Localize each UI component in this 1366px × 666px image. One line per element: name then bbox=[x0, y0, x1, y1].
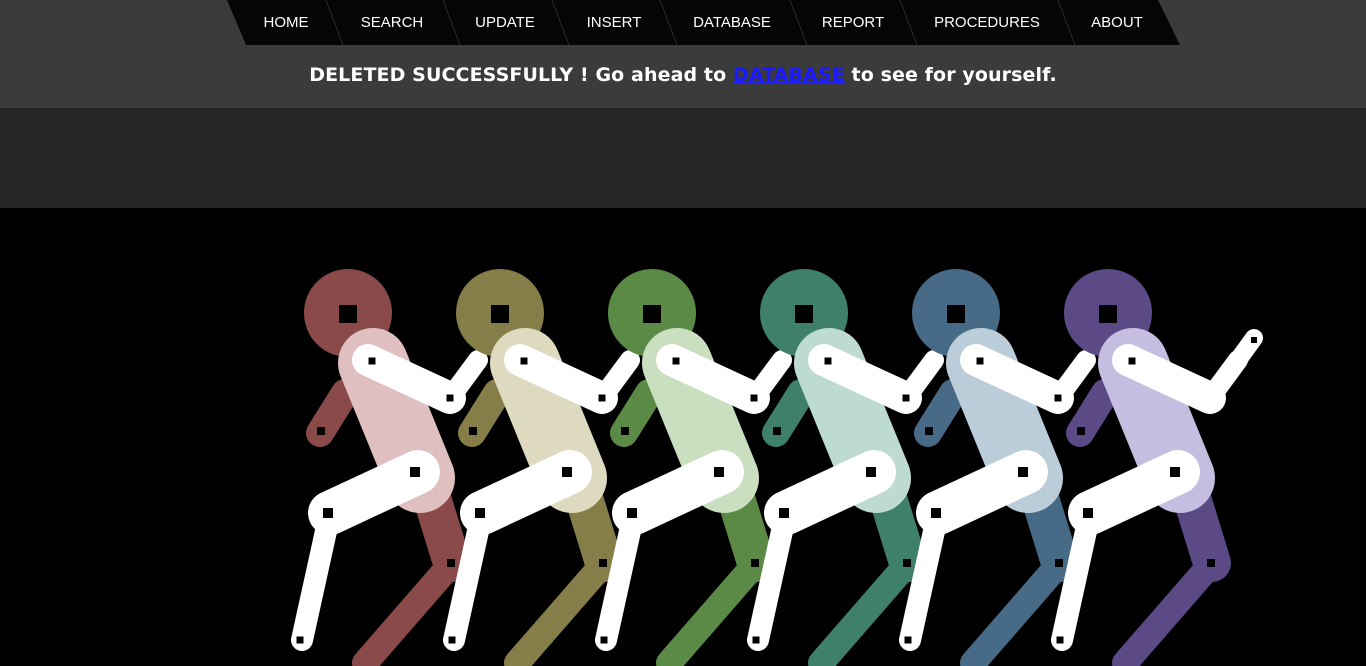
raised-arm bbox=[1203, 329, 1263, 405]
nav-about[interactable]: ABOUT bbox=[1075, 0, 1159, 45]
walking-figures-animation bbox=[291, 269, 1263, 666]
database-link[interactable]: DATABASE bbox=[733, 64, 845, 86]
message-suffix: to see for yourself. bbox=[844, 64, 1057, 86]
nav-procedures[interactable]: PROCEDURES bbox=[917, 0, 1057, 45]
nav-insert[interactable]: INSERT bbox=[569, 0, 659, 45]
figure-purple bbox=[1051, 269, 1248, 666]
nav-report[interactable]: REPORT bbox=[807, 0, 899, 45]
main-nav: HOME SEARCH UPDATE INSERT DATABASE REPOR… bbox=[0, 0, 1366, 45]
status-message: DELETED SUCCESSFULLY ! Go ahead to DATAB… bbox=[0, 64, 1366, 86]
nav-search[interactable]: SEARCH bbox=[343, 0, 441, 45]
header-spacer bbox=[0, 108, 1366, 208]
message-prefix: DELETED SUCCESSFULLY ! Go ahead to bbox=[309, 64, 733, 86]
animation-stage bbox=[0, 208, 1366, 666]
nav-home[interactable]: HOME bbox=[246, 0, 326, 45]
nav-update[interactable]: UPDATE bbox=[460, 0, 550, 45]
nav-database[interactable]: DATABASE bbox=[677, 0, 787, 45]
